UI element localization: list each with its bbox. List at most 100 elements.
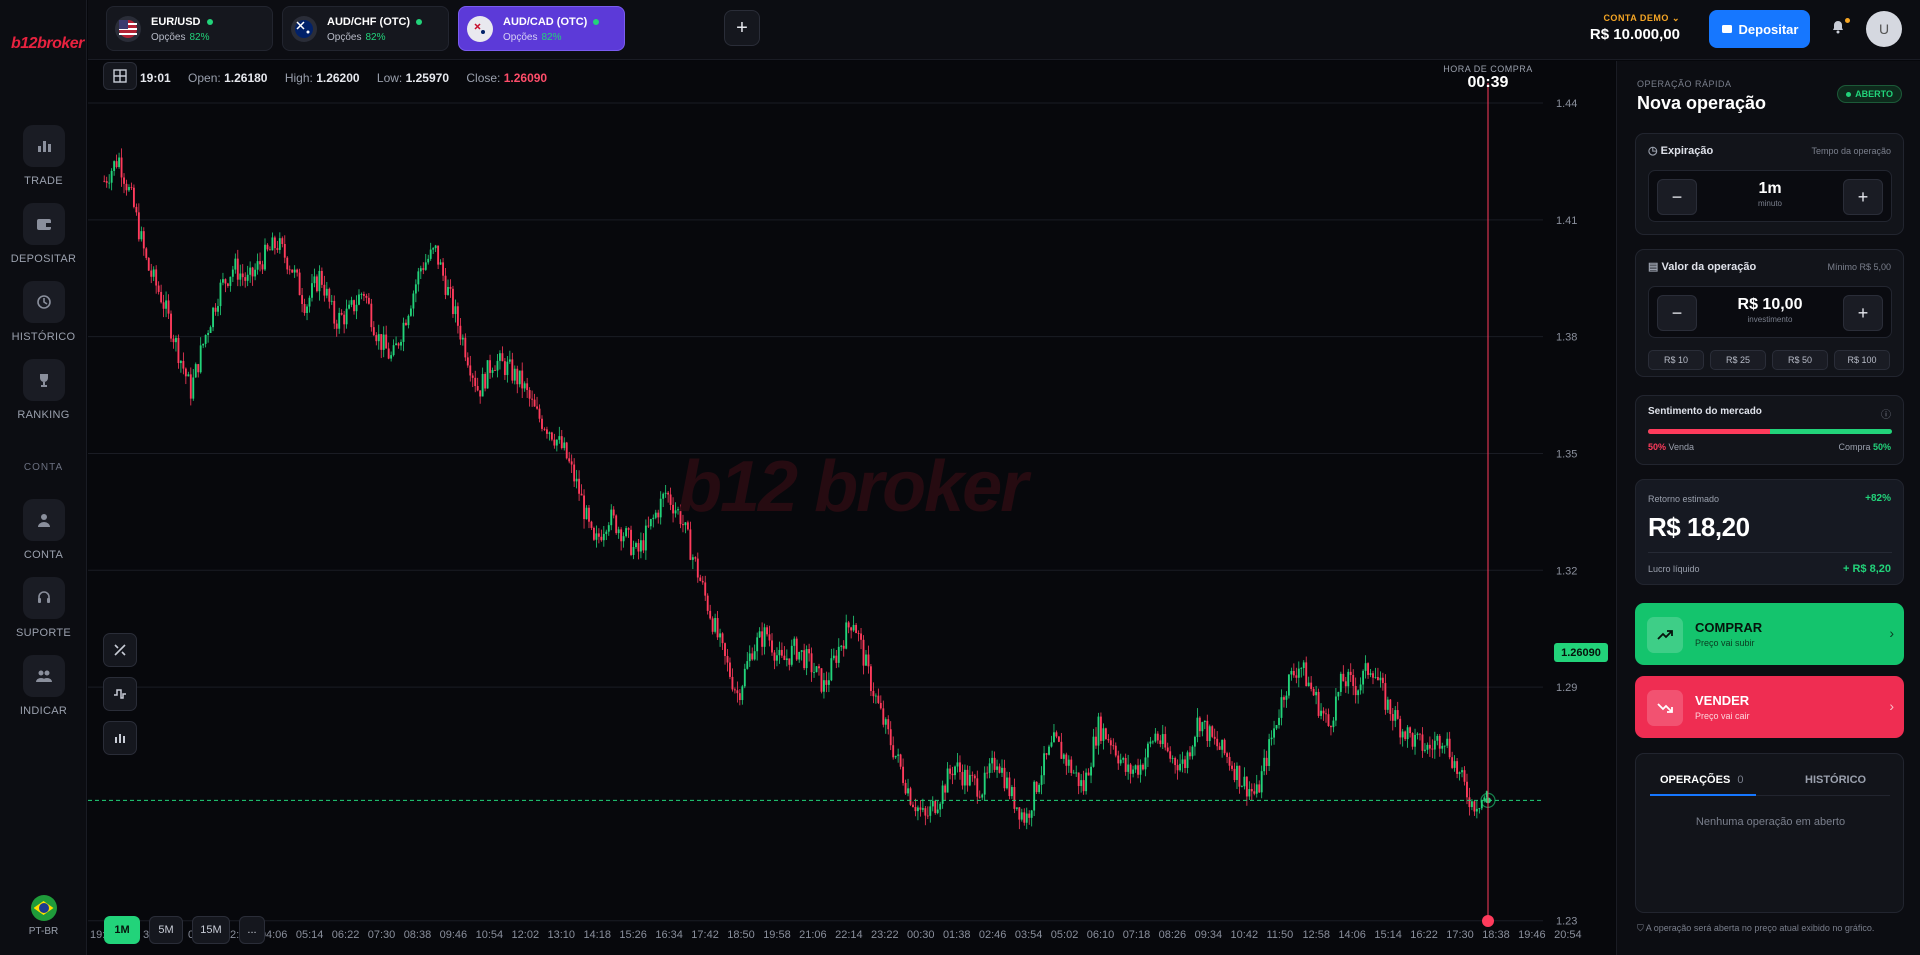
language-selector[interactable]: PT-BR [0, 895, 87, 937]
candle-body [288, 269, 291, 271]
candle-body [1050, 742, 1053, 747]
candle-body [1349, 671, 1352, 675]
expiration-decrease-button[interactable]: − [1657, 179, 1697, 215]
candle-body [503, 361, 506, 376]
candle-body [474, 377, 477, 387]
minus-icon: − [1671, 186, 1683, 207]
candle-body [264, 244, 266, 270]
timeframe-5m[interactable]: 5M [149, 916, 183, 944]
candle-body [1003, 767, 1006, 789]
amount-decrease-button[interactable]: − [1657, 295, 1697, 331]
demo-label: CONTA DEMO ⌄ [1603, 13, 1680, 23]
amount-chip[interactable]: R$ 25 [1710, 350, 1766, 370]
net-profit-value: + R$ 8,20 [1842, 563, 1891, 575]
candle-body [184, 368, 187, 377]
candle-body [788, 658, 791, 665]
candle-body [778, 649, 781, 656]
candle-body [818, 666, 820, 669]
nav-deposit[interactable]: DEPOSITAR [0, 203, 87, 265]
timeframe-1m[interactable]: 1M [104, 916, 140, 944]
x-tick-label: 16:22 [1410, 929, 1438, 941]
candle-body [936, 809, 939, 813]
nav-ranking[interactable]: RANKING [0, 359, 87, 421]
nav-label: RANKING [17, 409, 70, 421]
amount-chip[interactable]: R$ 50 [1772, 350, 1828, 370]
drawing-tools-button[interactable] [103, 633, 137, 667]
layout-button[interactable] [103, 62, 137, 90]
account-switcher[interactable]: CONTA DEMO ⌄ R$ 10.000,00 [1590, 13, 1680, 43]
nav-support[interactable]: SUPORTE [0, 577, 87, 639]
chevron-right-icon: › [1889, 625, 1894, 641]
brand-logo[interactable]: b12broker [11, 35, 84, 53]
candle-body [595, 533, 598, 540]
candle-body [486, 360, 489, 389]
buy-button[interactable]: COMPRAR Preço vai subir › [1635, 603, 1904, 665]
candle-body [1243, 776, 1246, 787]
deposit-button[interactable]: Depositar [1709, 10, 1810, 48]
candle-body [776, 655, 778, 661]
asset-tab-audchf[interactable]: AUD/CHF (OTC) Opções 82% [282, 6, 449, 51]
candle-body [704, 582, 707, 596]
candle-body [649, 519, 652, 527]
x-tick-label: 12:02 [512, 929, 540, 941]
candle-body [1179, 763, 1182, 771]
sell-button[interactable]: VENDER Preço vai cair › [1635, 676, 1904, 738]
candle-body [1146, 743, 1149, 758]
candle-body [592, 527, 595, 540]
minus-icon: − [1671, 302, 1683, 323]
candle-body [1025, 813, 1028, 823]
sentiment-card: Sentimento do mercado ⓘ 50% Venda Compra… [1635, 395, 1904, 465]
tab-operations[interactable]: OPERAÇÕES 0 [1660, 774, 1743, 786]
add-asset-button[interactable]: + [724, 10, 760, 46]
nav-trade[interactable]: TRADE [0, 125, 87, 187]
asset-tab-audcad[interactable]: AUD/CAD (OTC) Opções 82% [458, 6, 625, 51]
expiration-stepper: − 1m minuto + [1648, 170, 1892, 222]
nav-history[interactable]: HISTÓRICO [0, 281, 87, 343]
amount-chip[interactable]: R$ 10 [1648, 350, 1704, 370]
asset-tab-eurusd[interactable]: EUR/USD Opções 82% [106, 6, 273, 51]
candle-body [724, 643, 726, 656]
candle-body [869, 666, 872, 691]
info-icon[interactable]: ⓘ [1881, 406, 1891, 421]
candle-body [256, 261, 259, 270]
tab-history[interactable]: HISTÓRICO [1805, 774, 1866, 786]
candle-body [1218, 746, 1221, 750]
candle-body [897, 754, 900, 756]
candle-body [338, 312, 341, 329]
bar-chart-icon [22, 125, 65, 167]
candle-body [199, 345, 202, 373]
nav-account[interactable]: CONTA [0, 499, 87, 561]
chart-type-button[interactable] [103, 721, 137, 755]
candle-body [902, 766, 905, 783]
candle-body [570, 461, 573, 465]
timeframe-15m[interactable]: 15M [192, 916, 230, 944]
candle-body [194, 364, 197, 378]
candle-body [362, 294, 365, 296]
candle-body [105, 181, 108, 183]
candle-body [733, 689, 736, 691]
amount-hint: Mínimo R$ 5,00 [1827, 262, 1891, 272]
notifications-button[interactable] [1830, 18, 1850, 38]
amount-increase-button[interactable]: + [1843, 295, 1883, 331]
candle-body [358, 294, 360, 305]
candle-body [375, 335, 378, 342]
indicators-button[interactable] [103, 677, 137, 711]
x-tick-label: 01:38 [943, 929, 971, 941]
candle-body [1228, 756, 1231, 766]
candle-body [889, 729, 892, 746]
empty-state: Nenhuma operação em aberto [1695, 816, 1846, 828]
expiration-increase-button[interactable]: + [1843, 179, 1883, 215]
chart-area[interactable]: 1.441.411.381.351.321.291.23 19:023201:5… [88, 61, 1615, 955]
candle-body [1334, 696, 1337, 721]
candle-body [291, 269, 294, 273]
timeframe-more[interactable]: ... [239, 916, 265, 944]
avatar[interactable]: U [1866, 11, 1902, 47]
candle-body [1085, 772, 1088, 792]
nav-refer[interactable]: INDICAR [0, 655, 87, 717]
candle-body [659, 498, 662, 518]
candle-body [1443, 745, 1446, 747]
candle-body [1102, 728, 1105, 741]
candle-body [1396, 710, 1399, 719]
amount-chip[interactable]: R$ 100 [1834, 350, 1890, 370]
candle-body [1287, 674, 1290, 696]
